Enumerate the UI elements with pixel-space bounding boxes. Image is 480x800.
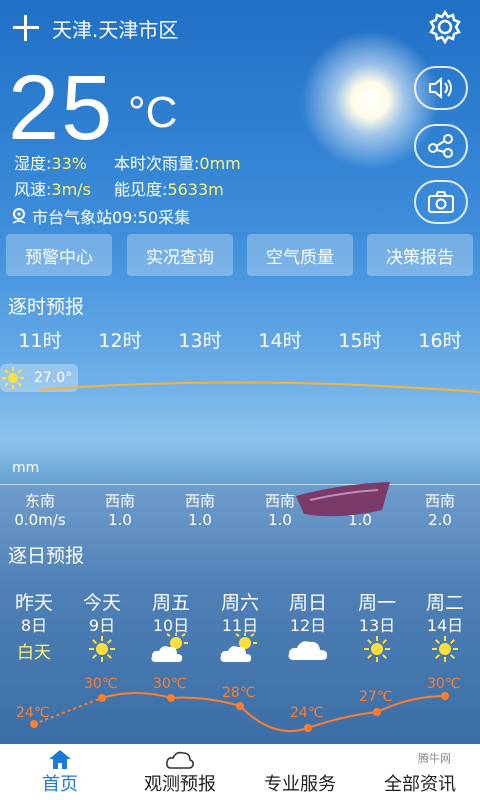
wind-value: 1.0 [188,511,212,529]
home-icon [49,750,71,769]
daily-temp-curve [30,692,449,733]
high-temp: 30℃ [84,676,118,692]
high-temp: 28℃ [222,685,256,701]
day-name: 周六 [220,592,259,614]
cloudy-icon [288,641,328,660]
wind-direction: 东南 [24,492,55,510]
daily-title: 逐日预报 [8,545,85,567]
bottom-tab-bar: 首页 观测预报 专业服务 全部资讯 [0,744,480,800]
day-date: 8日 [20,616,48,635]
daytime-label: 白天 [17,643,51,663]
tab-service[interactable]: 专业服务 [240,744,360,800]
day-date: 13日 [358,616,396,635]
tab-forecast[interactable]: 观测预报 [120,744,240,800]
high-temp: 30℃ [153,676,187,692]
sun-icon [89,636,115,662]
high-temp: 30℃ [427,676,461,692]
rain-unit: mm [12,460,40,476]
warning-center-button[interactable]: 预警中心 [6,234,112,276]
high-temp: 24℃ [290,705,324,721]
hour-label: 16时 [418,330,462,352]
divider [0,484,480,485]
day-name: 周一 [357,592,396,614]
gear-icon[interactable] [426,8,464,46]
air-quality-button[interactable]: 空气质量 [247,234,353,276]
hourly-temp-curve [39,381,480,393]
wind-direction: 西南 [424,492,455,510]
wind-value: 1.0 [108,511,132,529]
rainfall: 本时次雨量:0mm [114,154,241,173]
partly-cloudy-icon [220,633,257,662]
hour-label: 12时 [98,330,142,352]
camera-icon [428,191,454,213]
camera-button[interactable] [414,180,468,224]
day-name: 昨天 [14,592,53,614]
wind-value: 0.0m/s [14,511,66,529]
share-icon [428,134,453,158]
share-button[interactable] [414,124,468,168]
wind-direction: 西南 [184,492,215,510]
tab-home[interactable]: 首页 [0,744,120,800]
day-name: 今天 [82,592,121,614]
location-pin-icon [12,208,26,224]
hour-label: 14时 [258,330,302,352]
day-date: 9日 [88,616,116,635]
speaker-icon [429,76,452,100]
station-info: 市台气象站09:50采集 [10,204,190,228]
day-date: 14日 [426,616,464,635]
city-title[interactable]: 天津.天津市区 [52,14,178,43]
visibility: 能见度:5633m [114,180,224,199]
add-city-icon[interactable] [12,14,40,42]
boat-image [296,482,390,517]
watermark: 腾牛网 [418,752,451,765]
sun-icon [432,636,458,662]
cloud-icon [166,751,194,769]
day-date: 12日 [289,616,327,635]
partly-cloudy-icon [151,633,188,662]
sun-icon [364,636,390,662]
high-temp: 27℃ [359,689,393,705]
high-temp: 24℃ [16,705,50,721]
decision-report-button[interactable]: 决策报告 [367,234,473,276]
day-name: 周五 [151,592,190,614]
hour-label: 11时 [18,330,62,352]
day-name: 周日 [288,592,327,614]
wind-speed: 风速:3m/s [14,180,91,199]
hour-label: 13时 [178,330,222,352]
day-name: 周二 [425,592,464,614]
hour-label: 15时 [338,330,382,352]
sound-button[interactable] [414,66,468,110]
wind-value: 2.0 [428,511,452,529]
humidity: 湿度:33% [14,154,87,173]
hourly-title: 逐时预报 [8,296,85,318]
wind-direction: 西南 [104,492,135,510]
current-temperature: 25 [8,57,115,159]
temperature-unit: °C [128,88,178,137]
live-query-button[interactable]: 实况查询 [127,234,233,276]
